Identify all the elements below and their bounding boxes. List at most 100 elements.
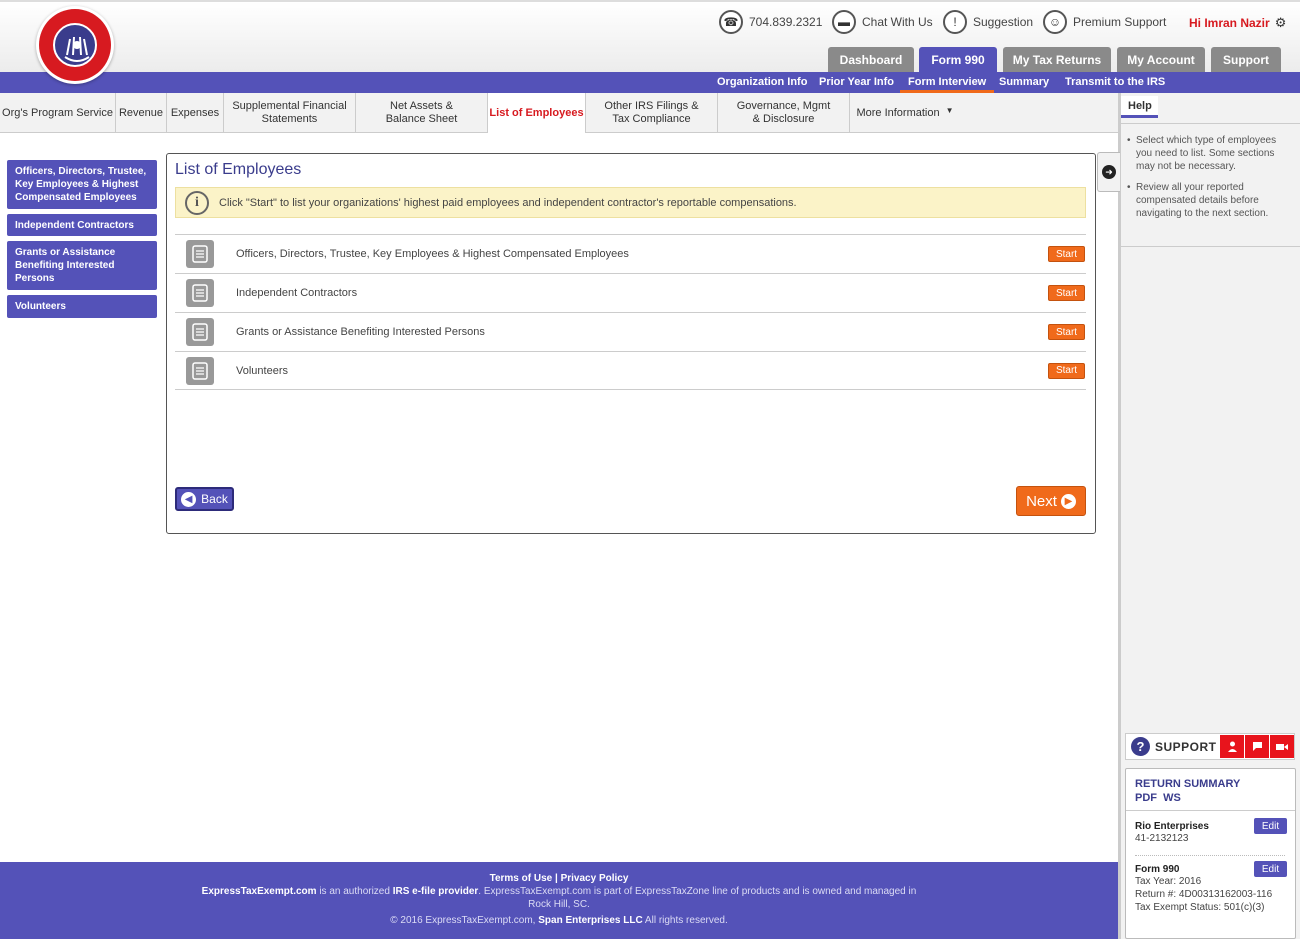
- subnav-summary[interactable]: Summary: [999, 72, 1049, 93]
- lightbulb-icon: !: [943, 10, 967, 34]
- subnav-prior-year-info[interactable]: Prior Year Info: [819, 72, 894, 93]
- list-item-label: Officers, Directors, Trustee, Key Employ…: [236, 248, 629, 260]
- section-tab-other-irs-filings[interactable]: Other IRS Filings & Tax Compliance: [586, 93, 718, 133]
- section-tab-supplemental-financial[interactable]: Supplemental Financial Statements: [224, 93, 356, 133]
- document-icon: [186, 279, 214, 307]
- tab-dashboard[interactable]: Dashboard: [828, 47, 914, 72]
- divider: [1135, 855, 1285, 856]
- return-summary-title: RETURN SUMMARY PDF WS: [1135, 777, 1240, 805]
- section-tab-expenses[interactable]: Expenses: [167, 93, 224, 133]
- section-tab-more-information[interactable]: More Information ▼: [850, 93, 960, 133]
- info-banner: i Click "Start" to list your organizatio…: [175, 187, 1086, 218]
- next-label: Next: [1026, 492, 1057, 510]
- left-menu-independent-contractors[interactable]: Independent Contractors: [7, 214, 157, 236]
- back-button[interactable]: ◀ Back: [175, 487, 234, 511]
- return-summary-heading: RETURN SUMMARY: [1135, 778, 1241, 790]
- return-number: Return #: 4D00313162003-116: [1135, 889, 1273, 900]
- info-icon: i: [185, 190, 209, 215]
- subnav-transmit-to-irs[interactable]: Transmit to the IRS: [1065, 72, 1165, 93]
- arrow-right-icon: ▶: [1060, 493, 1076, 509]
- divider: [1126, 810, 1295, 811]
- premium-support-label: Premium Support: [1073, 15, 1167, 29]
- help-content: Select which type of employees you need …: [1121, 123, 1300, 247]
- support-label: SUPPORT: [1155, 739, 1217, 754]
- phone-number: 704.839.2321: [749, 15, 823, 29]
- section-tab-net-assets[interactable]: Net Assets & Balance Sheet: [356, 93, 488, 133]
- org-summary: Rio Enterprises 41-2132123: [1135, 821, 1209, 845]
- chat-bubble-icon: ▬: [832, 10, 856, 34]
- person-icon: ☺: [1043, 10, 1067, 34]
- list-item: Grants or Assistance Benefiting Interest…: [175, 312, 1086, 351]
- left-menu-officers-directors[interactable]: Officers, Directors, Trustee, Key Employ…: [7, 160, 157, 209]
- premium-support-link[interactable]: ☺ Premium Support: [1043, 10, 1166, 34]
- footer-separator: |: [554, 873, 558, 884]
- list-item: Volunteers Start: [175, 351, 1086, 390]
- section-tab-orgs-program-service[interactable]: Org's Program Service: [0, 93, 116, 133]
- tab-support[interactable]: Support: [1211, 47, 1281, 72]
- chat-label: Chat With Us: [862, 15, 933, 29]
- subnav-form-interview[interactable]: Form Interview: [900, 72, 995, 93]
- question-icon: ?: [1131, 737, 1150, 756]
- phone-icon: ☎: [719, 10, 743, 34]
- next-button[interactable]: Next ▶: [1016, 486, 1086, 516]
- video-support-icon[interactable]: [1269, 735, 1294, 758]
- document-icon: [186, 356, 214, 385]
- footer-location: Rock Hill, SC.: [528, 899, 590, 910]
- start-button[interactable]: Start: [1048, 324, 1085, 340]
- express-tax-exempt-logo[interactable]: [36, 6, 114, 84]
- section-tab-governance[interactable]: Governance, Mgmt & Disclosure: [718, 93, 850, 133]
- subnav-organization-info[interactable]: Organization Info: [717, 72, 807, 93]
- more-information-label: More Information: [856, 106, 940, 119]
- list-item-label: Volunteers: [236, 364, 288, 377]
- gear-icon[interactable]: ⚙: [1275, 15, 1287, 31]
- suggestion-link[interactable]: ! Suggestion: [943, 10, 1033, 34]
- footer-efile-provider: IRS e-file provider: [392, 886, 479, 897]
- chat-support-icon[interactable]: [1244, 735, 1269, 758]
- start-button[interactable]: Start: [1048, 246, 1085, 262]
- footer-copyright-a: © 2016 ExpressTaxExempt.com,: [390, 915, 539, 926]
- footer-text-b: . ExpressTaxExempt.com is part of Expres…: [478, 886, 917, 897]
- page-title: List of Employees: [175, 161, 302, 178]
- help-item: Review all your reported compensated det…: [1127, 181, 1292, 220]
- start-button[interactable]: Start: [1048, 362, 1085, 379]
- section-tab-list-of-employees[interactable]: List of Employees: [488, 93, 586, 133]
- user-menu[interactable]: Hi Imran Nazir ⚙: [1189, 15, 1286, 31]
- left-menu-grants-assistance[interactable]: Grants or Assistance Benefiting Interest…: [7, 241, 157, 290]
- person-support-icon[interactable]: [1219, 735, 1244, 758]
- footer-site-name: ExpressTaxExempt.com: [201, 886, 317, 897]
- tax-exempt-status: Tax Exempt Status: 501(c)(3): [1135, 902, 1265, 913]
- list-item-label: Grants or Assistance Benefiting Interest…: [236, 326, 485, 338]
- suggestion-label: Suggestion: [973, 15, 1034, 29]
- section-tab-revenue[interactable]: Revenue: [116, 93, 167, 133]
- return-summary-formats: PDF WS: [1135, 792, 1181, 804]
- phone-contact[interactable]: ☎ 704.839.2321: [719, 10, 822, 34]
- hands-icon: [55, 25, 99, 69]
- arrow-left-icon: ◀: [181, 491, 197, 507]
- form-summary: Form 990 Tax Year: 2016 Return #: 4D0031…: [1135, 864, 1272, 914]
- help-tab[interactable]: Help: [1121, 96, 1158, 118]
- arrow-right-circle-icon: ➜: [1102, 165, 1116, 179]
- footer-text-a: is an authorized: [316, 886, 393, 897]
- tab-my-tax-returns[interactable]: My Tax Returns: [1003, 47, 1111, 72]
- terms-of-use-link[interactable]: Terms of Use: [490, 873, 553, 884]
- help-item: Select which type of employees you need …: [1127, 134, 1292, 173]
- footer: Terms of Use | Privacy Policy ExpressTax…: [0, 862, 1118, 939]
- support-widget: ? SUPPORT: [1125, 733, 1295, 760]
- footer-company: Span Enterprises LLC: [538, 915, 643, 926]
- tab-my-account[interactable]: My Account: [1117, 47, 1205, 72]
- form-name: Form 990: [1135, 864, 1180, 875]
- document-icon: [186, 240, 214, 268]
- info-text: Click "Start" to list your organizations…: [219, 196, 797, 209]
- edit-form-button[interactable]: Edit: [1254, 861, 1287, 877]
- list-item: Officers, Directors, Trustee, Key Employ…: [175, 234, 1086, 273]
- back-label: Back: [201, 492, 228, 506]
- edit-org-button[interactable]: Edit: [1254, 818, 1287, 834]
- left-menu-volunteers[interactable]: Volunteers: [7, 295, 157, 318]
- start-button[interactable]: Start: [1048, 285, 1085, 301]
- collapse-panel-toggle[interactable]: ➜: [1097, 152, 1120, 192]
- chat-with-us-link[interactable]: ▬ Chat With Us: [832, 10, 933, 34]
- tax-year: Tax Year: 2016: [1135, 876, 1202, 887]
- privacy-policy-link[interactable]: Privacy Policy: [561, 873, 629, 884]
- tab-form-990[interactable]: Form 990: [919, 47, 997, 72]
- user-greeting: Hi Imran Nazir: [1189, 16, 1270, 30]
